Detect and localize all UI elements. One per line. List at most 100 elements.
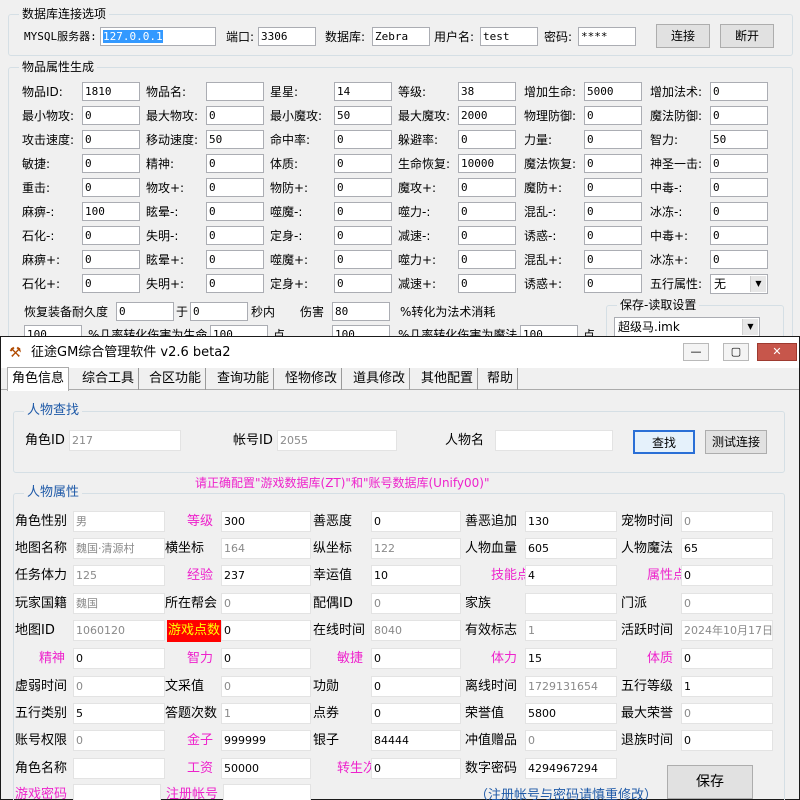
role-attr-input[interactable]: 999999 (221, 730, 311, 751)
dbname-input[interactable]: Zebra (372, 27, 430, 46)
item-attr-input[interactable] (206, 82, 264, 101)
item-attr-input[interactable]: 0 (458, 130, 516, 149)
account-id-input[interactable]: 2055 (277, 430, 397, 451)
item-attr-input[interactable]: 0 (458, 226, 516, 245)
item-attr-input[interactable]: 0 (334, 202, 392, 221)
item-attr-input[interactable]: 0 (710, 202, 768, 221)
role-attr-input[interactable]: 1060120 (73, 620, 165, 641)
role-attr-input[interactable]: 237 (221, 565, 311, 586)
role-attr-input[interactable]: 0 (371, 648, 461, 669)
item-attr-input[interactable]: 0 (82, 106, 140, 125)
role-attr-input[interactable]: 605 (525, 538, 617, 559)
item-attr-input[interactable]: 0 (206, 250, 264, 269)
role-attr-input[interactable]: 0 (681, 703, 773, 724)
role-attr-input[interactable]: 0 (371, 593, 461, 614)
role-attr-input[interactable] (73, 758, 165, 779)
item-attr-input[interactable]: 0 (206, 202, 264, 221)
game-password-input[interactable] (73, 784, 161, 800)
role-attr-input[interactable]: 4 (525, 565, 617, 586)
register-account-input[interactable] (223, 784, 311, 800)
close-button[interactable]: ✕ (757, 343, 797, 361)
item-attr-input[interactable]: 0 (334, 274, 392, 293)
item-attr-input[interactable]: 50 (710, 130, 768, 149)
item-attr-input[interactable]: 0 (206, 106, 264, 125)
item-attr-input[interactable]: 0 (458, 250, 516, 269)
role-attr-input[interactable]: 0 (73, 676, 165, 697)
item-attr-input[interactable]: 0 (458, 178, 516, 197)
role-name-input[interactable] (495, 430, 613, 451)
role-attr-input[interactable]: 0 (221, 620, 311, 641)
role-attr-input[interactable] (525, 593, 617, 614)
item-attr-input[interactable]: 0 (710, 250, 768, 269)
item-attr-input[interactable]: 0 (82, 274, 140, 293)
item-attr-input[interactable]: 0 (584, 154, 642, 173)
item-attr-input[interactable]: 0 (334, 250, 392, 269)
chevron-down-icon[interactable]: ▼ (750, 276, 766, 292)
port-input[interactable]: 3306 (258, 27, 316, 46)
role-attr-input[interactable]: 0 (73, 730, 165, 751)
role-attr-input[interactable]: 1729131654 (525, 676, 617, 697)
item-attr-input[interactable]: 0 (710, 226, 768, 245)
item-attr-input[interactable]: 0 (584, 274, 642, 293)
role-attr-input[interactable]: 130 (525, 511, 617, 532)
role-attr-input[interactable]: 10 (371, 565, 461, 586)
tab-tools[interactable]: 综合工具 (78, 368, 140, 390)
role-attr-input[interactable]: 0 (221, 648, 311, 669)
tab-items[interactable]: 道具修改 (349, 368, 411, 390)
item-attr-input[interactable]: 0 (584, 202, 642, 221)
item-attr-input[interactable]: 5000 (584, 82, 642, 101)
server-input[interactable]: 127.0.0.1 (100, 27, 216, 46)
role-attr-input[interactable]: 4294967294 (525, 758, 617, 779)
role-attr-input[interactable]: 164 (221, 538, 311, 559)
role-attr-input[interactable]: 魏国 (73, 593, 165, 614)
item-attr-input[interactable]: 0 (334, 226, 392, 245)
tab-merge[interactable]: 合区功能 (145, 368, 207, 390)
item-attr-input[interactable]: 50 (206, 130, 264, 149)
item-attr-input[interactable]: 0 (458, 274, 516, 293)
item-attr-input[interactable]: 0 (584, 130, 642, 149)
item-attr-input[interactable]: 0 (584, 226, 642, 245)
in-seconds-input[interactable]: 0 (190, 302, 248, 321)
minimize-button[interactable]: — (683, 343, 709, 361)
item-attr-input[interactable]: 2000 (458, 106, 516, 125)
item-attr-input[interactable]: 0 (82, 154, 140, 173)
chevron-down-icon[interactable]: ▼ (742, 319, 758, 335)
role-attr-input[interactable]: 0 (681, 648, 773, 669)
item-attr-input[interactable]: 1810 (82, 82, 140, 101)
role-attr-input[interactable]: 0 (525, 730, 617, 751)
item-attr-input[interactable]: 0 (206, 178, 264, 197)
role-attr-input[interactable]: 300 (221, 511, 311, 532)
role-attr-input[interactable]: 0 (681, 565, 773, 586)
role-attr-input[interactable]: 5 (73, 703, 165, 724)
item-attr-input[interactable]: 0 (710, 82, 768, 101)
role-attr-input[interactable]: 魏国·清源村 (73, 538, 165, 559)
repair-input[interactable]: 0 (116, 302, 174, 321)
save-button[interactable]: 保存 (667, 765, 753, 799)
item-attr-input[interactable]: 0 (584, 106, 642, 125)
item-attr-input[interactable]: 0 (584, 250, 642, 269)
item-attr-input[interactable]: 0 (334, 154, 392, 173)
title-bar[interactable]: ⚒ 征途GM综合管理软件 v2.6 beta2 — ▢ ✕ (1, 337, 799, 368)
role-attr-input[interactable]: 0 (371, 511, 461, 532)
item-attr-input[interactable]: 10000 (458, 154, 516, 173)
role-attr-input[interactable]: 0 (681, 730, 773, 751)
role-attr-input[interactable]: 50000 (221, 758, 311, 779)
maximize-button[interactable]: ▢ (723, 343, 749, 361)
item-attr-input[interactable]: 0 (710, 178, 768, 197)
item-attr-input[interactable]: 0 (206, 226, 264, 245)
item-attr-input[interactable]: 50 (334, 106, 392, 125)
tab-query[interactable]: 查询功能 (213, 368, 275, 390)
damage-input[interactable]: 80 (332, 302, 390, 321)
item-attr-input[interactable]: 0 (82, 250, 140, 269)
role-attr-input[interactable]: 0 (221, 593, 311, 614)
item-attr-input[interactable]: 0 (458, 202, 516, 221)
role-attr-input[interactable]: 15 (525, 648, 617, 669)
role-attr-input[interactable]: 0 (221, 676, 311, 697)
role-attr-input[interactable]: 0 (681, 511, 773, 532)
password-input[interactable]: **** (578, 27, 636, 46)
role-attr-input[interactable]: 2024年10月17日 (681, 620, 773, 641)
test-connection-button[interactable]: 测试连接 (705, 430, 767, 454)
tab-monster[interactable]: 怪物修改 (281, 368, 343, 390)
item-attr-input[interactable]: 14 (334, 82, 392, 101)
item-attr-input[interactable]: 0 (206, 274, 264, 293)
